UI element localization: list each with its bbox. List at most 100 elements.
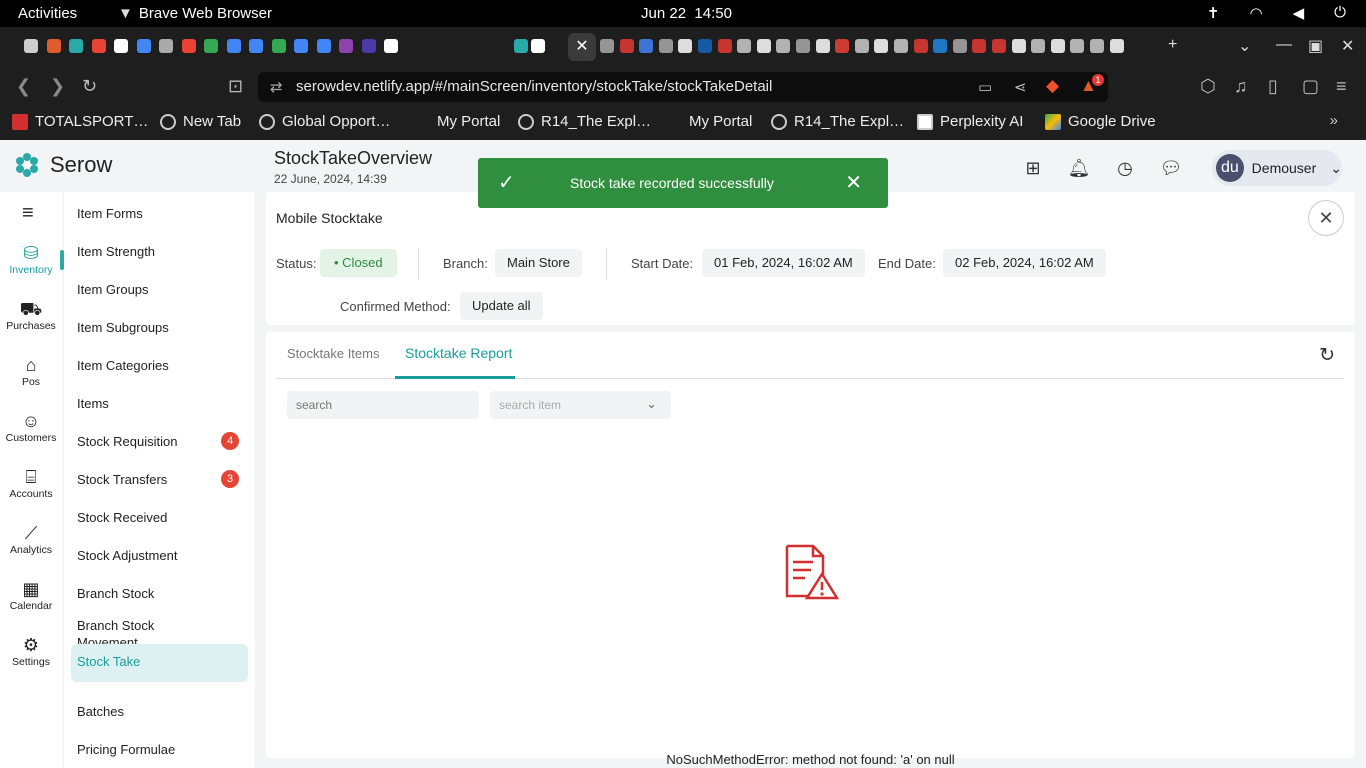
pinned-tab-favicon-icon[interactable] [854,39,869,53]
bookmark-icon[interactable]: ⊡ [228,76,243,97]
toast-close-icon[interactable]: ✕ [845,170,862,195]
pinned-tab-favicon-icon[interactable] [913,39,928,53]
pinned-tab-favicon-icon[interactable] [1109,39,1124,53]
bookmark-item[interactable]: Perplexity AI [917,113,1023,130]
pinned-tab-favicon-icon[interactable] [1050,39,1065,53]
refresh-icon[interactable]: ↻ [1319,344,1335,367]
submenu-item[interactable]: Stock Received [77,510,167,525]
address-bar[interactable]: ⇄ serowdev.netlify.app/#/mainScreen/inve… [258,72,1108,102]
rail-item-analytics[interactable]: ⟋ Analytics [0,522,62,556]
pinned-tab-favicon-icon[interactable] [952,39,967,53]
user-menu[interactable]: du Demouser ⌄ [1212,150,1342,186]
pinned-tab-favicon-icon[interactable] [316,39,331,53]
bell-icon[interactable]: 🔔︎ [1056,158,1102,179]
brave-shields-icon[interactable]: ◆ [1046,76,1059,96]
submenu-item[interactable]: Item Categories [77,358,169,373]
clock-icon[interactable]: ◷ [1102,158,1148,179]
bookmark-item[interactable]: New Tab [160,113,241,130]
cast-icon[interactable]: ▭ [978,78,992,96]
pinned-tab-favicon-icon[interactable] [226,39,241,53]
url-text[interactable]: serowdev.netlify.app/#/mainScreen/invent… [296,78,772,95]
rail-item-pos[interactable]: ⌂ Pos [0,354,62,388]
active-tab-close-icon[interactable]: ✕ [568,33,596,61]
add-register-icon[interactable]: ⊞ [1010,158,1056,179]
close-icon[interactable]: ✕ [1308,200,1344,236]
wallet-icon[interactable]: ▢ [1302,76,1319,97]
reload-icon[interactable]: ↻ [82,76,97,97]
tab-list-chevron-icon[interactable]: ⌄ [1238,36,1251,56]
pinned-tab-favicon-icon[interactable] [204,39,218,53]
pinned-tab-favicon-icon[interactable] [678,39,693,53]
pinned-tab-favicon-icon[interactable] [1090,39,1104,53]
share-icon[interactable]: ⋖ [1014,78,1027,96]
hamburger-icon[interactable]: ≡ [22,202,34,225]
pinned-tab-favicon-icon[interactable] [136,39,151,53]
pinned-tab-favicon-icon[interactable] [271,39,286,53]
pinned-tab-favicon-icon[interactable] [339,39,353,53]
clock[interactable]: Jun 22 14:50 [641,5,732,22]
minimize-icon[interactable]: — [1276,36,1292,54]
maximize-icon[interactable]: ▣ [1308,36,1323,56]
pinned-tab-favicon-icon[interactable] [698,39,712,53]
bookmark-item[interactable]: R14_The Expl… [518,113,651,130]
tab-stocktake-report[interactable]: Stocktake Report [405,345,512,361]
submenu-item[interactable]: Item Forms [77,206,143,221]
tab-stocktake-items[interactable]: Stocktake Items [287,346,379,361]
pinned-tab-favicon-icon[interactable] [639,39,654,53]
submenu-item[interactable]: Pricing Formulae [77,742,175,757]
system-tray[interactable]: ✝ ◠ ◀ ⏻ [1207,4,1346,22]
back-icon[interactable]: ❮ [16,76,31,97]
window-close-icon[interactable]: ✕ [1341,36,1354,56]
rail-item-calendar[interactable]: ▦ Calendar [0,578,62,612]
rail-item-settings[interactable]: ⚙ Settings [0,634,62,668]
search-input[interactable] [287,391,479,419]
submenu-item[interactable]: Stock Transfers [77,472,167,487]
pinned-tab-favicon-icon[interactable] [835,39,850,53]
pinned-tab-favicon-icon[interactable] [46,39,61,53]
pinned-tab-favicon-icon[interactable] [91,39,106,53]
bookmark-item[interactable]: My Portal [666,113,752,130]
submenu-item[interactable]: Item Groups [77,282,149,297]
pinned-tab-favicon-icon[interactable] [600,39,614,53]
pinned-tab-favicon-icon[interactable] [972,39,987,53]
pinned-tab-favicon-icon[interactable] [159,39,173,53]
pinned-tab-favicon-icon[interactable] [249,39,263,53]
pinned-tab-favicon-icon[interactable] [933,39,948,53]
submenu-item[interactable]: Branch Stock [77,586,154,601]
pinned-tab-favicon-icon[interactable] [815,39,830,53]
bookmark-item[interactable]: My Portal [414,113,500,130]
site-info-icon[interactable]: ⇄ [270,78,283,96]
extensions-icon[interactable]: ⬡ [1200,76,1216,97]
bookmark-item[interactable]: TOTALSPORT… [12,113,148,130]
pinned-tab-favicon-icon[interactable] [717,39,732,53]
rail-item-purchases[interactable]: ⛟ Purchases [0,298,62,332]
pinned-tab-favicon-icon[interactable] [737,39,752,53]
pinned-tab-favicon-icon[interactable] [776,39,791,53]
submenu-item[interactable]: Item Subgroups [77,320,169,335]
pinned-tab-favicon-icon[interactable] [181,39,196,53]
submenu-item[interactable]: Stock Adjustment [77,548,177,563]
pinned-tab-favicon-icon[interactable] [796,39,810,53]
activities-button[interactable]: Activities [18,5,77,22]
bookmark-item[interactable]: Global Opport… [259,113,390,130]
pinned-tab-favicon-icon[interactable] [1031,39,1046,53]
pinned-tab-favicon-icon[interactable] [874,39,889,53]
submenu-item[interactable]: Batches [77,704,124,719]
pinned-tab-favicon-icon[interactable] [531,39,545,53]
submenu-item[interactable]: Item Strength [77,244,155,259]
pinned-tab-favicon-icon[interactable] [24,39,38,53]
item-select[interactable]: search item ⌄ [490,391,671,419]
bookmark-item[interactable]: Google Drive [1045,113,1156,130]
new-tab-button[interactable]: + [1168,36,1177,54]
app-menu[interactable]: ▼ Brave Web Browser [118,5,272,22]
pinned-tab-favicon-icon[interactable] [619,39,634,53]
pinned-tab-favicon-icon[interactable] [1070,39,1085,53]
submenu-item[interactable]: Items [77,396,109,411]
pinned-tab-favicon-icon[interactable] [658,39,673,53]
chat-icon[interactable]: 💬︎ [1148,158,1194,179]
submenu-item[interactable]: Stock Take [71,644,248,682]
sidebar-icon[interactable]: ▯ [1268,76,1278,97]
pinned-tab-favicon-icon[interactable] [294,39,308,53]
pinned-tab-favicon-icon[interactable] [384,39,398,53]
brand[interactable]: Serow [14,152,112,178]
